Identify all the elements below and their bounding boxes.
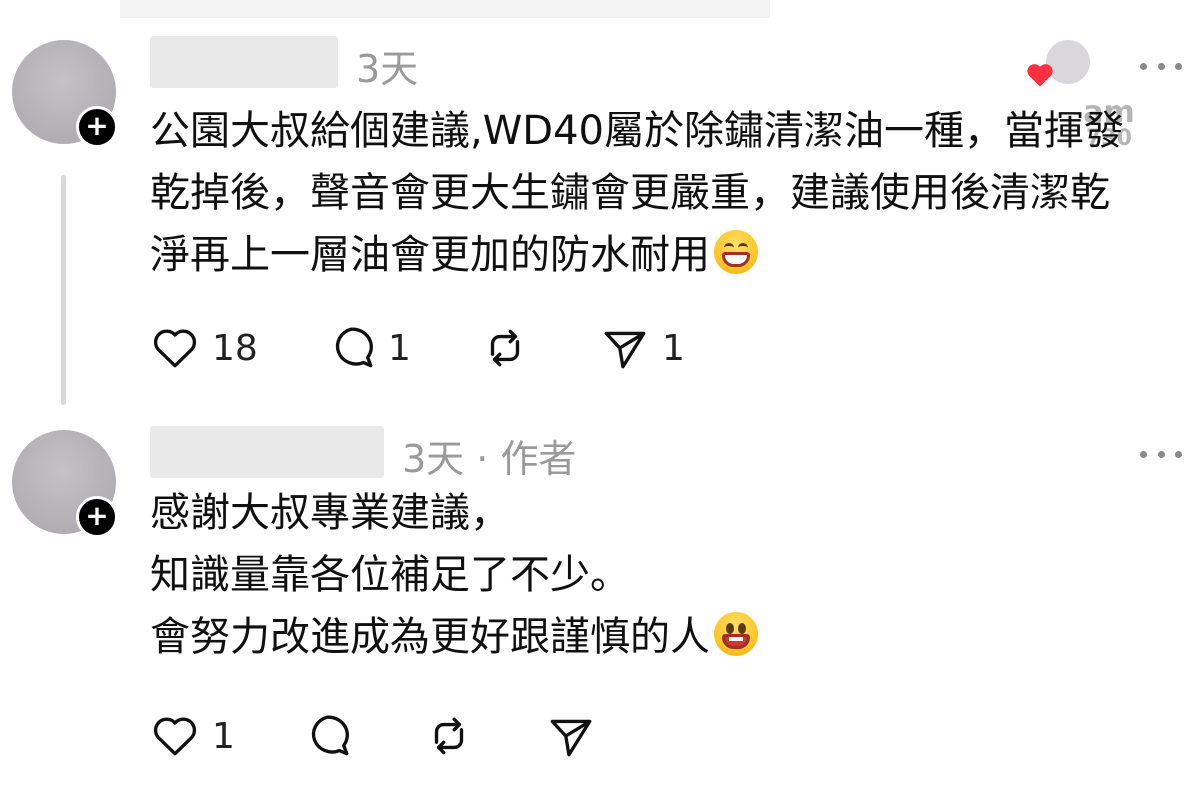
threads-replies-screen: + 3天 am 730 公園大叔給個建議,WD40屬於除鏽清潔油一種，當揮發 乾… xyxy=(0,0,1200,800)
like-button[interactable]: 18 xyxy=(150,318,258,378)
share-button[interactable]: 1 xyxy=(600,318,685,378)
body-line: 乾掉後，聲音會更大生鏽會更嚴重，建議使用後清潔乾 xyxy=(150,170,1110,216)
thread-connector-line xyxy=(61,175,66,405)
grinning-face-big-eyes-emoji-icon xyxy=(714,612,758,656)
send-icon xyxy=(604,331,646,369)
post-body: 公園大叔給個建議,WD40屬於除鏽清潔油一種，當揮發 乾掉後，聲音會更大生鏽會更… xyxy=(150,100,1190,286)
like-count: 1 xyxy=(212,715,235,757)
comment-button[interactable] xyxy=(302,706,352,766)
username-redacted[interactable] xyxy=(150,426,384,478)
comment-icon xyxy=(311,715,349,756)
body-line: 感謝大叔專業建議， xyxy=(150,490,510,536)
username-redacted[interactable] xyxy=(150,36,338,88)
like-count: 18 xyxy=(212,327,258,369)
body-line: 公園大叔給個建議,WD40屬於除鏽清潔油一種，當揮發 xyxy=(150,108,1124,154)
heart-badge-icon xyxy=(1027,64,1053,87)
heart-icon xyxy=(153,717,197,756)
repost-icon xyxy=(434,717,464,755)
author-reply-post: + 3天 · 作者 感謝大叔專業建議， 知識量靠各位補足了不少。 會努力改進成為… xyxy=(0,420,1200,800)
body-line-text: 淨再上一層油會更加的防水耐用 xyxy=(150,232,710,278)
post-timestamp: 3天 xyxy=(356,47,419,91)
body-line: 淨再上一層油會更加的防水耐用 xyxy=(150,224,1190,286)
body-line-text: 會努力改進成為更好跟謹慎的人 xyxy=(150,614,710,660)
more-options-icon[interactable] xyxy=(1140,448,1182,460)
comment-icon xyxy=(335,327,373,368)
share-button[interactable] xyxy=(546,706,596,766)
post-body: 感謝大叔專業建議， 知識量靠各位補足了不少。 會努力改進成為更好跟謹慎的人 xyxy=(150,482,1190,668)
comment-count: 1 xyxy=(388,327,411,369)
grinning-face-emoji-icon xyxy=(714,230,758,274)
follow-plus-icon[interactable]: + xyxy=(76,106,118,148)
previous-item-edge xyxy=(120,0,770,18)
comment-button[interactable]: 1 xyxy=(326,318,411,378)
repost-icon xyxy=(490,329,520,367)
repost-button[interactable] xyxy=(480,318,530,378)
share-count: 1 xyxy=(662,327,685,369)
body-line: 會努力改進成為更好跟謹慎的人 xyxy=(150,606,1190,668)
heart-icon xyxy=(153,329,197,368)
follow-plus-icon[interactable]: + xyxy=(76,496,118,538)
reply-post: + 3天 am 730 公園大叔給個建議,WD40屬於除鏽清潔油一種，當揮發 乾… xyxy=(0,30,1200,410)
more-options-icon[interactable] xyxy=(1140,60,1182,72)
send-icon xyxy=(550,719,592,757)
post-timestamp-author: 3天 · 作者 xyxy=(402,437,577,481)
like-button[interactable]: 1 xyxy=(150,706,235,766)
body-line: 知識量靠各位補足了不少。 xyxy=(150,552,630,598)
repost-button[interactable] xyxy=(424,706,474,766)
